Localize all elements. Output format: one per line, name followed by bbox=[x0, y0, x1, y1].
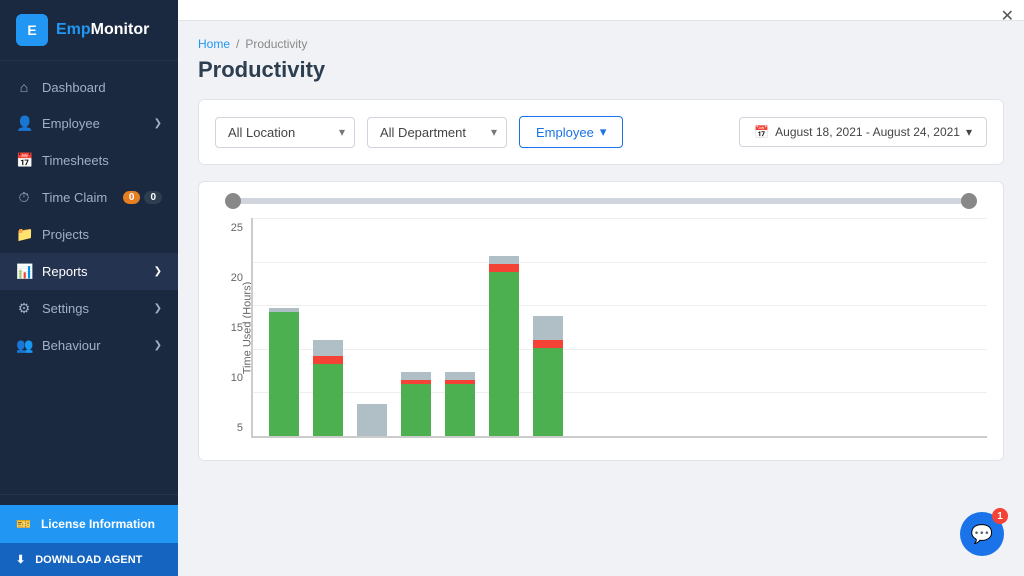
bar-segment-green bbox=[313, 364, 343, 436]
employee-filter-label: Employee bbox=[536, 125, 594, 140]
bar-segment-red bbox=[489, 264, 519, 272]
date-chevron-icon: ▾ bbox=[966, 125, 972, 139]
chevron-icon: ❯ bbox=[154, 266, 162, 277]
bar-group-7 bbox=[533, 232, 563, 436]
bar-group-3 bbox=[357, 232, 387, 436]
bar-segment-gray bbox=[357, 404, 387, 436]
badge-zero-2: 0 bbox=[144, 191, 162, 204]
department-filter[interactable]: All Department bbox=[367, 117, 507, 148]
chat-badge: 1 bbox=[992, 508, 1008, 524]
sidebar-item-label: Settings bbox=[42, 301, 89, 316]
chat-button[interactable]: 💬 1 bbox=[960, 512, 1004, 556]
sidebar-item-label: Employee bbox=[42, 116, 100, 131]
reports-icon: 📊 bbox=[16, 263, 32, 280]
employee-filter-button[interactable]: Employee ▾ bbox=[519, 116, 623, 148]
chevron-icon: ❯ bbox=[154, 118, 162, 129]
sidebar-item-label: Projects bbox=[42, 227, 89, 242]
sidebar-nav: ⌂ Dashboard 👤 Employee ❯ 📅 Timesheets ⏱ … bbox=[0, 61, 178, 494]
logo-text: EmpMonitor bbox=[56, 21, 149, 39]
sidebar-bottom: 🎫 License Information ⬇ DOWNLOAD AGENT bbox=[0, 494, 178, 576]
chevron-icon: ❯ bbox=[154, 340, 162, 351]
sidebar-item-behaviour[interactable]: 👥 Behaviour ❯ bbox=[0, 327, 178, 364]
download-icon: ⬇ bbox=[16, 553, 25, 566]
behaviour-icon: 👥 bbox=[16, 337, 32, 354]
timeclaim-badges: 0 0 bbox=[123, 191, 162, 204]
logo-icon: E bbox=[16, 14, 48, 46]
sidebar-item-label: Reports bbox=[42, 264, 88, 279]
bar-segment-gray bbox=[533, 316, 563, 340]
location-filter[interactable]: All Location bbox=[215, 117, 355, 148]
sidebar-item-label: Dashboard bbox=[42, 80, 106, 95]
main-content: ✕ Home / Productivity Productivity All L… bbox=[178, 0, 1024, 576]
sidebar-item-label: Time Claim bbox=[42, 190, 107, 205]
timeclaim-icon: ⏱ bbox=[16, 189, 32, 206]
license-info-button[interactable]: 🎫 License Information bbox=[0, 505, 178, 543]
bar-segment-gray bbox=[401, 372, 431, 380]
bar-group-1 bbox=[269, 232, 299, 436]
breadcrumb-separator: / bbox=[236, 37, 239, 51]
date-range-button[interactable]: 📅 August 18, 2021 - August 24, 2021 ▾ bbox=[739, 117, 987, 147]
y-label-5: 5 bbox=[237, 422, 243, 434]
sidebar-item-timesheets[interactable]: 📅 Timesheets bbox=[0, 142, 178, 179]
breadcrumb: Home / Productivity bbox=[198, 37, 1004, 51]
bar-segment-green bbox=[533, 348, 563, 436]
bar-group-5 bbox=[445, 232, 475, 436]
close-button[interactable]: ✕ bbox=[1001, 6, 1014, 26]
slider-thumb-right[interactable] bbox=[961, 193, 977, 209]
timesheets-icon: 📅 bbox=[16, 152, 32, 169]
bar-segment-green bbox=[489, 272, 519, 436]
license-label: License Information bbox=[41, 517, 155, 531]
content-area: Home / Productivity Productivity All Loc… bbox=[178, 21, 1024, 576]
calendar-icon: 📅 bbox=[754, 125, 769, 139]
topbar: ✕ bbox=[178, 0, 1024, 21]
bar-segment-green bbox=[269, 312, 299, 436]
bar-segment-red bbox=[313, 356, 343, 364]
badge-zero-1: 0 bbox=[123, 191, 141, 204]
chevron-icon: ❯ bbox=[154, 303, 162, 314]
date-range-label: August 18, 2021 - August 24, 2021 bbox=[775, 125, 960, 139]
bar-group-4 bbox=[401, 232, 431, 436]
dropdown-arrow-icon: ▾ bbox=[600, 124, 607, 140]
bar-segment-gray bbox=[489, 256, 519, 264]
bar-group-6 bbox=[489, 232, 519, 436]
department-filter-wrap: All Department bbox=[367, 117, 507, 148]
sidebar-item-employee[interactable]: 👤 Employee ❯ bbox=[0, 105, 178, 142]
bar-segment-green bbox=[401, 384, 431, 436]
chart-slider-track bbox=[225, 198, 977, 204]
bar-segment-gray bbox=[445, 372, 475, 380]
dashboard-icon: ⌂ bbox=[16, 79, 32, 95]
location-filter-wrap: All Location bbox=[215, 117, 355, 148]
download-agent-button[interactable]: ⬇ DOWNLOAD AGENT bbox=[0, 543, 178, 576]
employee-icon: 👤 bbox=[16, 115, 32, 132]
bar-segment-red bbox=[533, 340, 563, 348]
sidebar-item-projects[interactable]: 📁 Projects bbox=[0, 216, 178, 253]
page-title: Productivity bbox=[198, 57, 1004, 83]
chat-icon: 💬 bbox=[971, 524, 993, 545]
license-icon: 🎫 bbox=[16, 517, 31, 531]
chart-container: 25 20 15 10 5 Time Used (Hours) bbox=[198, 181, 1004, 461]
download-label: DOWNLOAD AGENT bbox=[35, 554, 142, 566]
sidebar-item-label: Timesheets bbox=[42, 153, 109, 168]
projects-icon: 📁 bbox=[16, 226, 32, 243]
sidebar-item-reports[interactable]: 📊 Reports ❯ bbox=[0, 253, 178, 290]
bar-segment-green bbox=[445, 384, 475, 436]
breadcrumb-current: Productivity bbox=[245, 37, 307, 51]
breadcrumb-home[interactable]: Home bbox=[198, 37, 230, 51]
bar-group-2 bbox=[313, 232, 343, 436]
y-label-25: 25 bbox=[231, 222, 243, 234]
filter-bar: All Location All Department Employee ▾ 📅… bbox=[198, 99, 1004, 165]
sidebar-item-settings[interactable]: ⚙ Settings ❯ bbox=[0, 290, 178, 327]
bar-segment-gray bbox=[313, 340, 343, 356]
logo: E EmpMonitor bbox=[0, 0, 178, 61]
sidebar-item-dashboard[interactable]: ⌂ Dashboard bbox=[0, 69, 178, 105]
slider-thumb-left[interactable] bbox=[225, 193, 241, 209]
sidebar: E EmpMonitor ⌂ Dashboard 👤 Employee ❯ 📅 … bbox=[0, 0, 178, 576]
settings-icon: ⚙ bbox=[16, 300, 32, 317]
sidebar-item-timeclaim[interactable]: ⏱ Time Claim 0 0 bbox=[0, 179, 178, 216]
sidebar-item-label: Behaviour bbox=[42, 338, 101, 353]
